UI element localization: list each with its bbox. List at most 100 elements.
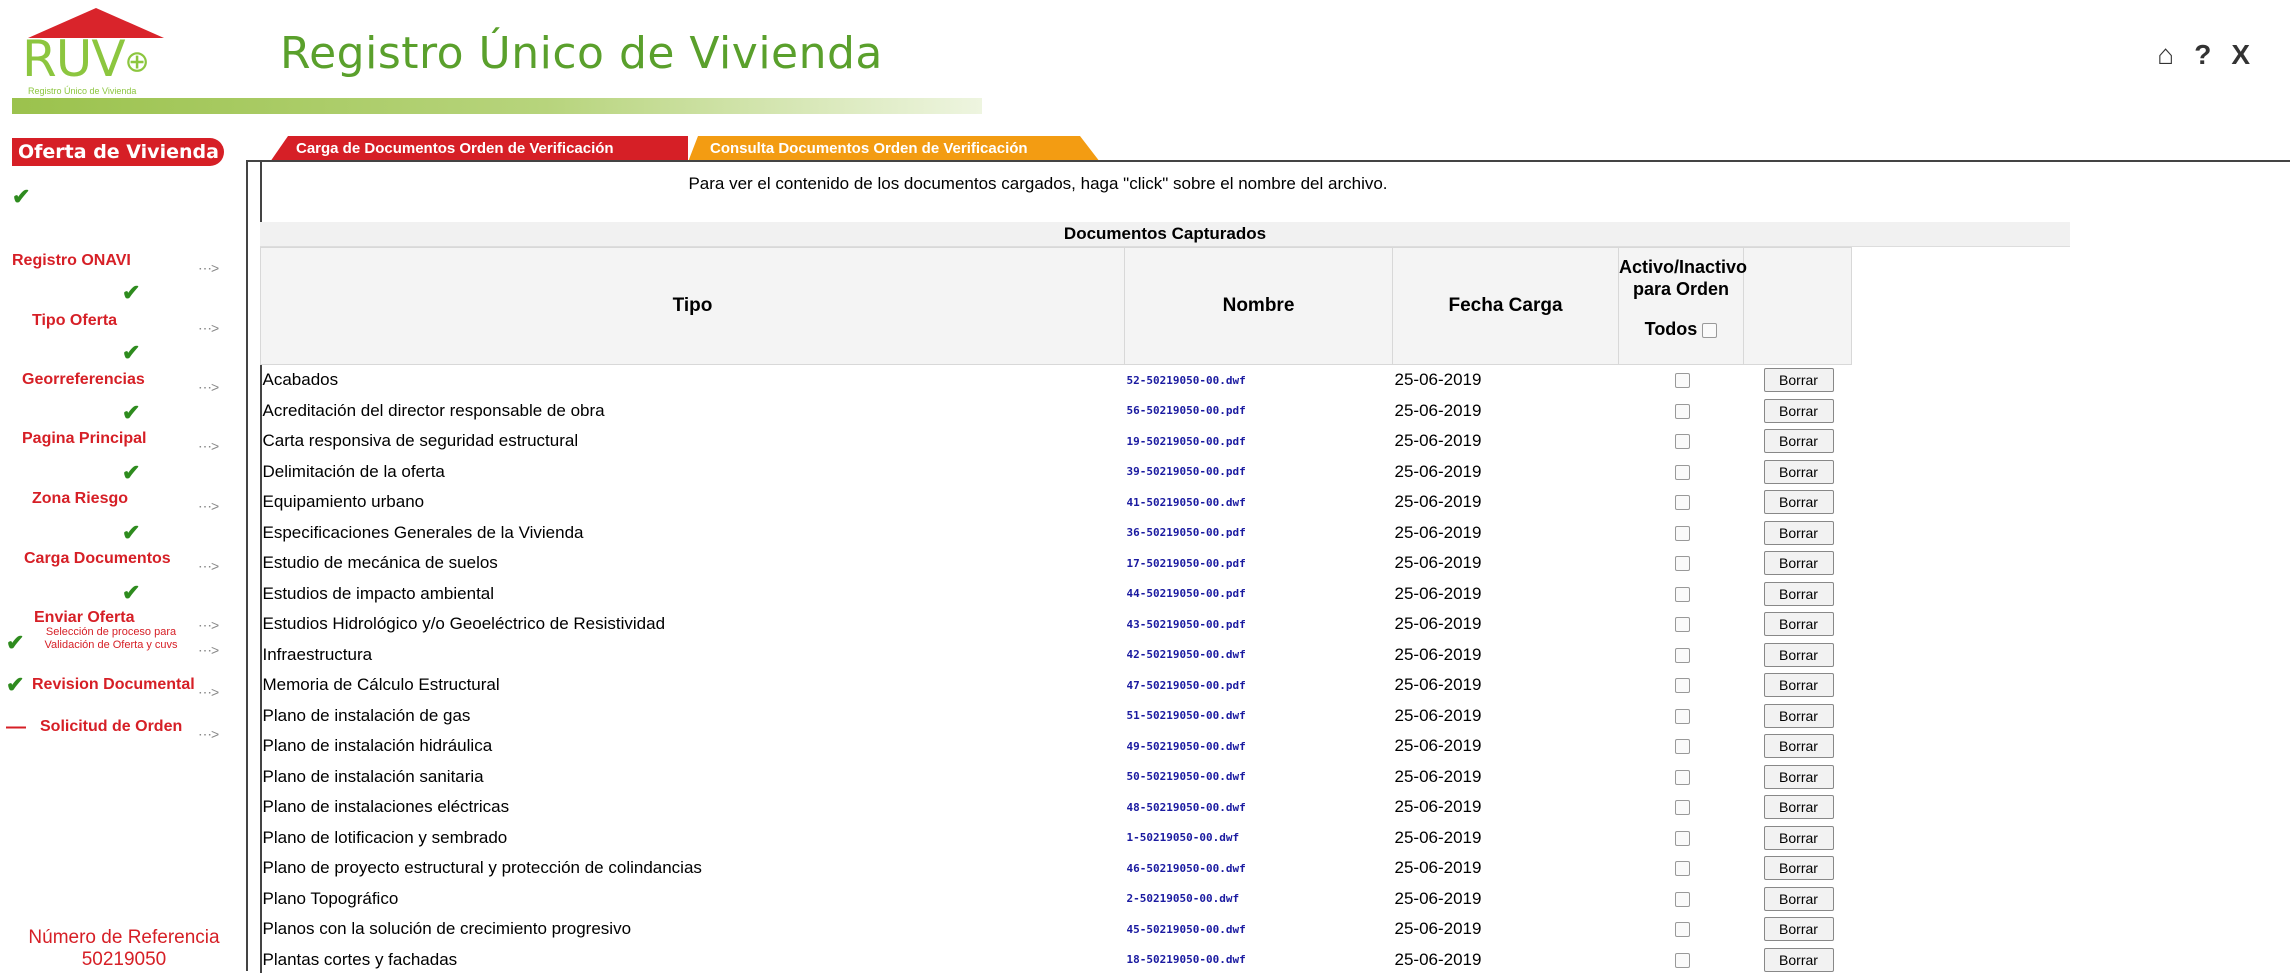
file-link[interactable]: 46-50219050-00.dwf bbox=[1125, 853, 1393, 884]
file-link[interactable]: 43-50219050-00.pdf bbox=[1125, 609, 1393, 640]
activo-checkbox[interactable] bbox=[1675, 800, 1690, 815]
cell-action: Borrar bbox=[1744, 701, 1852, 732]
activo-checkbox[interactable] bbox=[1675, 373, 1690, 388]
activo-checkbox[interactable] bbox=[1675, 465, 1690, 480]
instruction-text: Para ver el contenido de los documentos … bbox=[248, 174, 1828, 194]
activo-checkbox[interactable] bbox=[1675, 922, 1690, 937]
file-link[interactable]: 2-50219050-00.dwf bbox=[1125, 884, 1393, 915]
borrar-button[interactable]: Borrar bbox=[1764, 429, 1834, 453]
borrar-button[interactable]: Borrar bbox=[1764, 399, 1834, 423]
cell-fecha: 25-06-2019 bbox=[1393, 823, 1619, 854]
table-row: Especificaciones Generales de la Viviend… bbox=[261, 518, 2071, 549]
borrar-button[interactable]: Borrar bbox=[1764, 734, 1834, 758]
file-link[interactable]: 1-50219050-00.dwf bbox=[1125, 823, 1393, 854]
close-icon[interactable]: X bbox=[2231, 40, 2250, 70]
activo-checkbox[interactable] bbox=[1675, 678, 1690, 693]
home-icon[interactable]: ⌂ bbox=[2157, 40, 2174, 70]
file-link[interactable]: 50-50219050-00.dwf bbox=[1125, 762, 1393, 793]
file-link[interactable]: 52-50219050-00.dwf bbox=[1125, 365, 1393, 396]
table-row: Memoria de Cálculo Estructural47-5021905… bbox=[261, 670, 2071, 701]
step-check-icon: ✔ bbox=[122, 342, 140, 364]
file-link[interactable]: 18-50219050-00.dwf bbox=[1125, 945, 1393, 975]
cell-fecha: 25-06-2019 bbox=[1393, 731, 1619, 762]
borrar-button[interactable]: Borrar bbox=[1764, 612, 1834, 636]
borrar-button[interactable]: Borrar bbox=[1764, 795, 1834, 819]
borrar-button[interactable]: Borrar bbox=[1764, 460, 1834, 484]
cell-activo bbox=[1619, 762, 1744, 793]
file-link[interactable]: 48-50219050-00.dwf bbox=[1125, 792, 1393, 823]
sidebar-step-label: Selección de proceso para Validación de … bbox=[26, 626, 196, 652]
cell-spacer bbox=[1852, 396, 2071, 427]
file-link[interactable]: 36-50219050-00.pdf bbox=[1125, 518, 1393, 549]
activo-checkbox[interactable] bbox=[1675, 953, 1690, 968]
cell-fecha: 25-06-2019 bbox=[1393, 548, 1619, 579]
file-link[interactable]: 41-50219050-00.dwf bbox=[1125, 487, 1393, 518]
borrar-button[interactable]: Borrar bbox=[1764, 704, 1834, 728]
activo-checkbox[interactable] bbox=[1675, 892, 1690, 907]
select-all-checkbox[interactable] bbox=[1702, 323, 1717, 338]
table-row: Delimitación de la oferta39-50219050-00.… bbox=[261, 457, 2071, 488]
table-row: Infraestructura42-50219050-00.dwf25-06-2… bbox=[261, 640, 2071, 671]
cell-activo bbox=[1619, 640, 1744, 671]
cell-activo bbox=[1619, 701, 1744, 732]
activo-label: Activo/Inactivo para Orden bbox=[1619, 257, 1747, 299]
file-link[interactable]: 56-50219050-00.pdf bbox=[1125, 396, 1393, 427]
activo-checkbox[interactable] bbox=[1675, 617, 1690, 632]
file-link[interactable]: 39-50219050-00.pdf bbox=[1125, 457, 1393, 488]
header-toolbar: ⌂ ? X bbox=[2157, 40, 2250, 70]
file-link[interactable]: 42-50219050-00.dwf bbox=[1125, 640, 1393, 671]
cell-tipo: Plano de instalación de gas bbox=[261, 701, 1125, 732]
activo-checkbox[interactable] bbox=[1675, 831, 1690, 846]
activo-checkbox[interactable] bbox=[1675, 556, 1690, 571]
borrar-button[interactable]: Borrar bbox=[1764, 673, 1834, 697]
activo-checkbox[interactable] bbox=[1675, 587, 1690, 602]
file-link[interactable]: 47-50219050-00.pdf bbox=[1125, 670, 1393, 701]
table-row: Planos con la solución de crecimiento pr… bbox=[261, 914, 2071, 945]
borrar-button[interactable]: Borrar bbox=[1764, 856, 1834, 880]
activo-checkbox[interactable] bbox=[1675, 739, 1690, 754]
tab-carga-documentos[interactable]: Carga de Documentos Orden de Verificació… bbox=[270, 136, 688, 162]
file-link[interactable]: 51-50219050-00.dwf bbox=[1125, 701, 1393, 732]
file-link[interactable]: 19-50219050-00.pdf bbox=[1125, 426, 1393, 457]
cell-spacer bbox=[1852, 365, 2071, 396]
borrar-button[interactable]: Borrar bbox=[1764, 826, 1834, 850]
sidebar-step-label: Georreferencias bbox=[22, 371, 145, 389]
cell-action: Borrar bbox=[1744, 731, 1852, 762]
activo-checkbox[interactable] bbox=[1675, 495, 1690, 510]
activo-checkbox[interactable] bbox=[1675, 861, 1690, 876]
todos-label: Todos bbox=[1645, 319, 1698, 339]
activo-checkbox[interactable] bbox=[1675, 526, 1690, 541]
file-link[interactable]: 49-50219050-00.dwf bbox=[1125, 731, 1393, 762]
activo-checkbox[interactable] bbox=[1675, 709, 1690, 724]
file-link[interactable]: 44-50219050-00.pdf bbox=[1125, 579, 1393, 610]
cell-fecha: 25-06-2019 bbox=[1393, 457, 1619, 488]
file-link[interactable]: 17-50219050-00.pdf bbox=[1125, 548, 1393, 579]
borrar-button[interactable]: Borrar bbox=[1764, 521, 1834, 545]
borrar-button[interactable]: Borrar bbox=[1764, 887, 1834, 911]
borrar-button[interactable]: Borrar bbox=[1764, 765, 1834, 789]
cell-action: Borrar bbox=[1744, 823, 1852, 854]
cell-action: Borrar bbox=[1744, 548, 1852, 579]
borrar-button[interactable]: Borrar bbox=[1764, 917, 1834, 941]
chevron-right-icon: ⋯> bbox=[198, 260, 218, 277]
help-icon[interactable]: ? bbox=[2194, 40, 2211, 70]
column-header-actions bbox=[1744, 248, 1852, 365]
borrar-button[interactable]: Borrar bbox=[1764, 643, 1834, 667]
borrar-button[interactable]: Borrar bbox=[1764, 368, 1834, 392]
activo-checkbox[interactable] bbox=[1675, 770, 1690, 785]
borrar-button[interactable]: Borrar bbox=[1764, 948, 1834, 972]
file-link[interactable]: 45-50219050-00.dwf bbox=[1125, 914, 1393, 945]
activo-checkbox[interactable] bbox=[1675, 434, 1690, 449]
column-header-activo: Activo/Inactivo para Orden Todos bbox=[1619, 248, 1744, 365]
cell-activo bbox=[1619, 396, 1744, 427]
sidebar-step-label: Zona Riesgo bbox=[32, 490, 128, 508]
borrar-button[interactable]: Borrar bbox=[1764, 582, 1834, 606]
activo-checkbox[interactable] bbox=[1675, 648, 1690, 663]
borrar-button[interactable]: Borrar bbox=[1764, 490, 1834, 514]
borrar-button[interactable]: Borrar bbox=[1764, 551, 1834, 575]
tab-consulta-documentos[interactable]: Consulta Documentos Orden de Verificació… bbox=[688, 136, 1100, 162]
step-check-icon: ✔ bbox=[122, 402, 140, 424]
step-check-icon: ✔ bbox=[122, 282, 140, 304]
reference-label: Número de Referencia bbox=[12, 927, 236, 949]
activo-checkbox[interactable] bbox=[1675, 404, 1690, 419]
